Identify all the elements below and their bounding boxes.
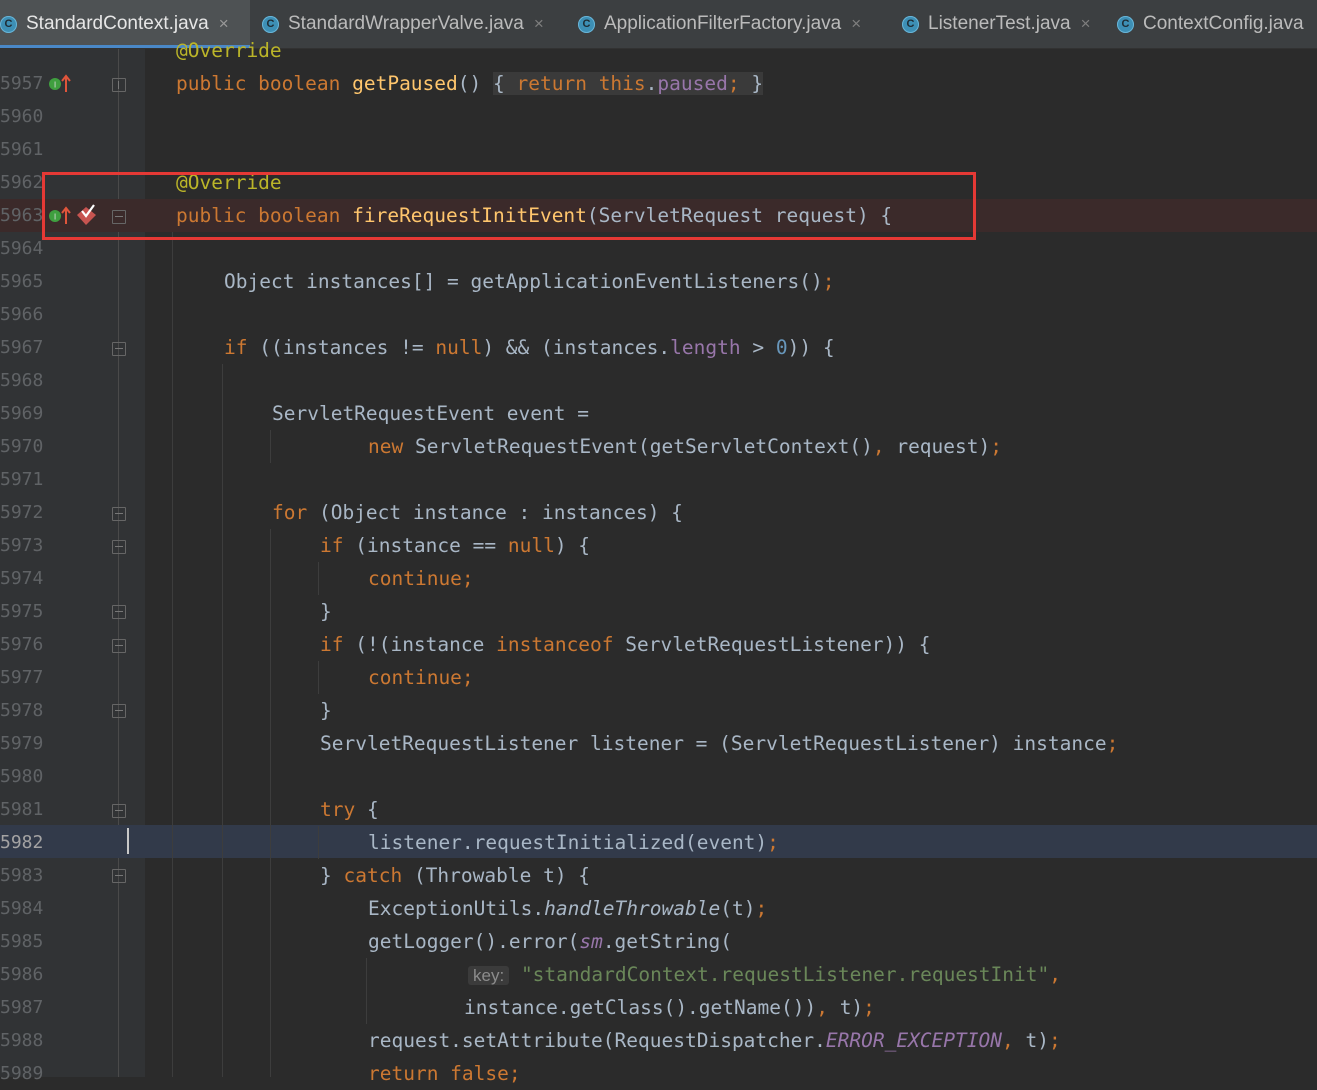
indent-guide xyxy=(172,232,173,1077)
line-number: 5988 xyxy=(0,1030,44,1051)
fold-collapse-icon[interactable] xyxy=(112,342,126,356)
code-line: Object instances[] = getApplicationEvent… xyxy=(224,270,835,293)
code-line: continue; xyxy=(368,666,474,689)
line-number: 5978 xyxy=(0,700,44,721)
implements-method-icon[interactable]: I xyxy=(48,72,72,98)
tab-standard-wrapper-valve[interactable]: C StandardWrapperValve.java × xyxy=(262,0,562,48)
code-line: getLogger().error(sm.getString( xyxy=(368,930,732,953)
fold-end-icon[interactable] xyxy=(112,869,126,883)
parameter-hint: key: xyxy=(468,966,510,985)
line-number: 5965 xyxy=(0,271,44,292)
text-caret xyxy=(127,828,129,854)
indent-guide xyxy=(270,529,271,1077)
fold-expand-icon[interactable] xyxy=(112,78,126,92)
tab-application-filter-factory[interactable]: C ApplicationFilterFactory.java × xyxy=(578,0,888,48)
indent-guide xyxy=(270,430,271,463)
code-line: ExceptionUtils.handleThrowable(t); xyxy=(368,897,768,920)
line-number: 5966 xyxy=(0,304,44,325)
code-line: @Override xyxy=(176,39,282,62)
close-icon[interactable]: × xyxy=(219,14,229,34)
code-line: } xyxy=(320,699,332,722)
line-number: 5972 xyxy=(0,502,44,523)
code-line: if (!(instance instanceof ServletRequest… xyxy=(320,633,931,656)
fold-collapse-icon[interactable] xyxy=(112,639,126,653)
indent-guide xyxy=(366,958,367,1024)
code-line: if ((instances != null) && (instances.le… xyxy=(224,336,835,359)
class-icon: C xyxy=(0,15,17,33)
code-line: new ServletRequestEvent(getServletContex… xyxy=(368,435,1002,458)
close-icon[interactable]: × xyxy=(1081,14,1091,34)
indent-guide xyxy=(318,826,319,859)
line-number: 5963 xyxy=(0,205,44,226)
tab-label: ContextConfig.java xyxy=(1143,13,1304,34)
line-number: 5989 xyxy=(0,1063,44,1084)
line-number: 5964 xyxy=(0,238,44,259)
code-line: try { xyxy=(320,798,379,821)
code-line: public boolean getPaused() { return this… xyxy=(176,72,764,95)
line-number: 5985 xyxy=(0,931,44,952)
line-number: 5986 xyxy=(0,964,44,985)
tab-label: StandardContext.java xyxy=(26,13,209,34)
line-number: 5969 xyxy=(0,403,44,424)
code-line: } catch (Throwable t) { xyxy=(320,864,591,887)
close-icon[interactable]: × xyxy=(851,14,861,34)
code-line: ServletRequestListener listener = (Servl… xyxy=(320,732,1119,755)
svg-text:I: I xyxy=(54,81,56,90)
code-line: request.setAttribute(RequestDispatcher.E… xyxy=(368,1029,1061,1052)
indent-guide xyxy=(222,364,223,1077)
class-icon: C xyxy=(578,15,595,33)
line-number: 5979 xyxy=(0,733,44,754)
tab-label: StandardWrapperValve.java xyxy=(288,13,524,34)
line-number: 5957 xyxy=(0,73,44,94)
indent-guide xyxy=(318,562,319,595)
code-line: instance.getClass().getName()), t); xyxy=(464,996,875,1019)
line-number: 5974 xyxy=(0,568,44,589)
line-number: 5967 xyxy=(0,337,44,358)
indent-guide xyxy=(318,661,319,694)
line-number: 5970 xyxy=(0,436,44,457)
code-line: return false; xyxy=(368,1062,521,1085)
tab-label: ListenerTest.java xyxy=(928,13,1071,34)
fold-collapse-icon[interactable] xyxy=(112,507,126,521)
fold-end-icon[interactable] xyxy=(112,605,126,619)
code-line: ServletRequestEvent event = xyxy=(272,402,589,425)
line-number: 5961 xyxy=(0,139,44,160)
class-icon: C xyxy=(1117,15,1134,33)
line-number: 5968 xyxy=(0,370,44,391)
fold-end-icon[interactable] xyxy=(112,704,126,718)
line-number: 5987 xyxy=(0,997,44,1018)
line-number: 5984 xyxy=(0,898,44,919)
line-number: 5983 xyxy=(0,865,44,886)
highlight-annotation-box xyxy=(42,172,976,240)
line-number-current: 5982 xyxy=(0,832,44,853)
code-line: continue; xyxy=(368,567,474,590)
fold-collapse-icon[interactable] xyxy=(112,804,126,818)
line-number: 5960 xyxy=(0,106,44,127)
close-icon[interactable]: × xyxy=(534,14,544,34)
line-number: 5981 xyxy=(0,799,44,820)
tab-label: ApplicationFilterFactory.java xyxy=(604,13,842,34)
code-line: for (Object instance : instances) { xyxy=(272,501,683,524)
class-icon: C xyxy=(262,15,279,33)
fold-collapse-icon[interactable] xyxy=(112,540,126,554)
line-number: 5962 xyxy=(0,172,44,193)
class-icon: C xyxy=(902,15,919,33)
line-number: 5977 xyxy=(0,667,44,688)
code-line: if (instance == null) { xyxy=(320,534,591,557)
tab-context-config[interactable]: C ContextConfig.java xyxy=(1117,0,1317,48)
code-line-current: listener.requestInitialized(event); xyxy=(368,831,779,854)
line-number: 5973 xyxy=(0,535,44,556)
tab-listener-test[interactable]: C ListenerTest.java × xyxy=(902,0,1100,48)
line-number: 5980 xyxy=(0,766,44,787)
line-number: 5976 xyxy=(0,634,44,655)
code-line: key: "standardContext.requestListener.re… xyxy=(468,958,1061,991)
code-line: } xyxy=(320,600,332,623)
line-number: 5971 xyxy=(0,469,44,490)
line-number: 5975 xyxy=(0,601,44,622)
